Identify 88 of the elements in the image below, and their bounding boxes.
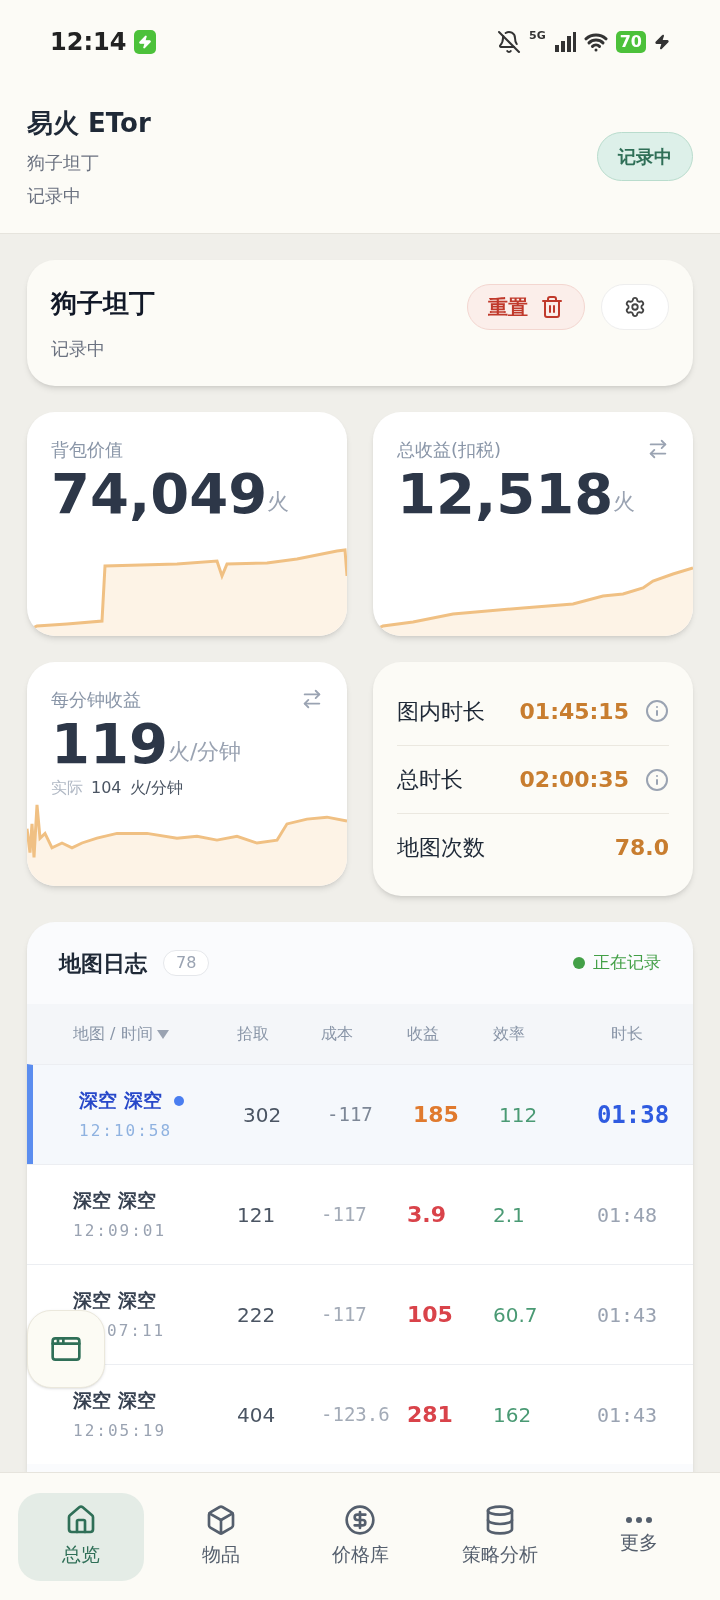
- time-value: 02:00:35: [519, 766, 629, 794]
- map-name: 深空 深空: [79, 1088, 162, 1114]
- log-row[interactable]: 深空 深空 12:09:01 121 -117 3.9 2.1 01:48: [27, 1164, 693, 1264]
- income-cell-text: 3.9: [407, 1201, 447, 1229]
- network-type: 5G: [529, 27, 546, 44]
- pickup-cell-text: 121: [237, 1201, 277, 1229]
- stat-label: 总收益(扣税): [397, 437, 502, 462]
- duration-cell-text: 01:43: [595, 1301, 659, 1329]
- floating-window-button[interactable]: [27, 1310, 105, 1388]
- time-label: 地图次数: [397, 834, 485, 862]
- profile-name: 狗子坦丁: [27, 151, 100, 175]
- log-row[interactable]: 深空 深空 07:11 222 -117 105 60.7 01:43: [27, 1264, 693, 1364]
- signal-icon: [553, 31, 576, 53]
- settings-button[interactable]: [601, 284, 669, 330]
- stat-label: 每分钟收益: [51, 687, 141, 712]
- map-name: 深空 深空: [73, 1388, 156, 1414]
- count-badge: 78: [163, 950, 210, 976]
- recording-label: 正在记录: [593, 951, 661, 975]
- stat-value: 74,049: [51, 462, 268, 526]
- stat-unit: 火: [267, 488, 290, 516]
- stat-value: 12,518: [397, 462, 614, 526]
- pickup-cell-text: 222: [237, 1301, 277, 1329]
- more-icon: [625, 1516, 653, 1525]
- info-icon[interactable]: [645, 767, 669, 792]
- pickup-cell-text: 302: [243, 1101, 283, 1129]
- efficiency-cell-text: 60.7: [493, 1301, 539, 1329]
- column-header: 效率: [493, 1023, 526, 1045]
- actual-label: 实际: [51, 777, 83, 799]
- time-value: 01:45:15: [519, 697, 629, 726]
- log-row[interactable]: 深空 深空 12:05:19 404 -123.6 281 162 01:43: [27, 1364, 693, 1464]
- pickup-cell-text: 404: [237, 1401, 277, 1429]
- map-name: 深空 深空: [73, 1288, 156, 1314]
- battery-level: 70: [615, 31, 646, 53]
- cost-cell-text: -123.6: [321, 1402, 391, 1428]
- map-log-title: 地图日志: [59, 949, 147, 978]
- actual-unit: 火/分钟: [129, 777, 183, 799]
- column-header: 成本: [321, 1023, 354, 1045]
- settings-icon: [624, 296, 646, 318]
- recording-badge: 记录中: [597, 132, 693, 181]
- cost-cell-text: -117: [321, 1202, 368, 1228]
- efficiency-cell-text: 112: [499, 1101, 539, 1129]
- recording-status: 记录中: [27, 184, 82, 208]
- sort-icon: [156, 1029, 169, 1039]
- map-time: 12:05:19: [73, 1419, 168, 1442]
- mute-icon: [497, 30, 522, 54]
- income-cell-text: 105: [407, 1301, 454, 1329]
- session-name: 狗子坦丁: [51, 287, 155, 320]
- map-time: 07:11: [106, 1319, 167, 1342]
- nav-tab[interactable]: 更多: [576, 1492, 702, 1581]
- stat-unit: 火/分钟: [167, 738, 242, 766]
- stat-value: 119: [51, 712, 168, 776]
- duration-cell-text: 01:48: [595, 1201, 659, 1229]
- session-status: 记录中: [51, 337, 106, 361]
- nav-tab[interactable]: 物品: [157, 1492, 284, 1581]
- map-time: 12:09:01: [73, 1219, 168, 1242]
- charging-icon: [134, 30, 157, 54]
- income-cell-text: 281: [407, 1401, 454, 1429]
- duration-cell-text: 01:43: [595, 1401, 659, 1429]
- swap-icon[interactable]: [647, 438, 669, 460]
- column-header: 拾取: [237, 1023, 270, 1045]
- cost-cell-text: -117: [327, 1102, 374, 1128]
- duration-cell-text: 01:38: [595, 1099, 671, 1131]
- time-label: 总时长: [397, 766, 463, 794]
- column-header: 时长: [610, 1023, 644, 1045]
- map-name: 深空 深空: [73, 1188, 156, 1214]
- app-title: 易火 ETor: [27, 107, 151, 140]
- stat-unit: 火: [613, 488, 636, 516]
- reset-button[interactable]: 重置: [467, 284, 585, 330]
- column-header: 收益: [407, 1023, 440, 1045]
- stat-label: 背包价值: [51, 437, 123, 462]
- time-value: 78.0: [614, 834, 669, 862]
- efficiency-cell-text: 2.1: [493, 1201, 526, 1229]
- efficiency-cell-text: 162: [493, 1401, 533, 1429]
- actual-value: 104: [91, 777, 122, 799]
- clock: 12:14: [50, 27, 127, 58]
- dollar-icon: [344, 1504, 376, 1537]
- nav-tab[interactable]: 总览: [18, 1492, 144, 1581]
- charging-icon: [654, 34, 670, 50]
- nav-tab[interactable]: 策略分析: [436, 1492, 563, 1581]
- map-time: 12:10:58: [79, 1119, 174, 1142]
- income-cell-text: 185: [413, 1101, 460, 1129]
- time-label: 图内时长: [397, 697, 485, 726]
- trash-icon: [540, 295, 564, 319]
- info-icon[interactable]: [645, 699, 669, 723]
- nav-tab[interactable]: 价格库: [297, 1492, 423, 1581]
- swap-icon[interactable]: [301, 688, 323, 710]
- cost-cell-text: -117: [321, 1302, 368, 1328]
- log-row[interactable]: 深空 深空 12:10:58 302 -117 185 112 01:38: [27, 1064, 693, 1164]
